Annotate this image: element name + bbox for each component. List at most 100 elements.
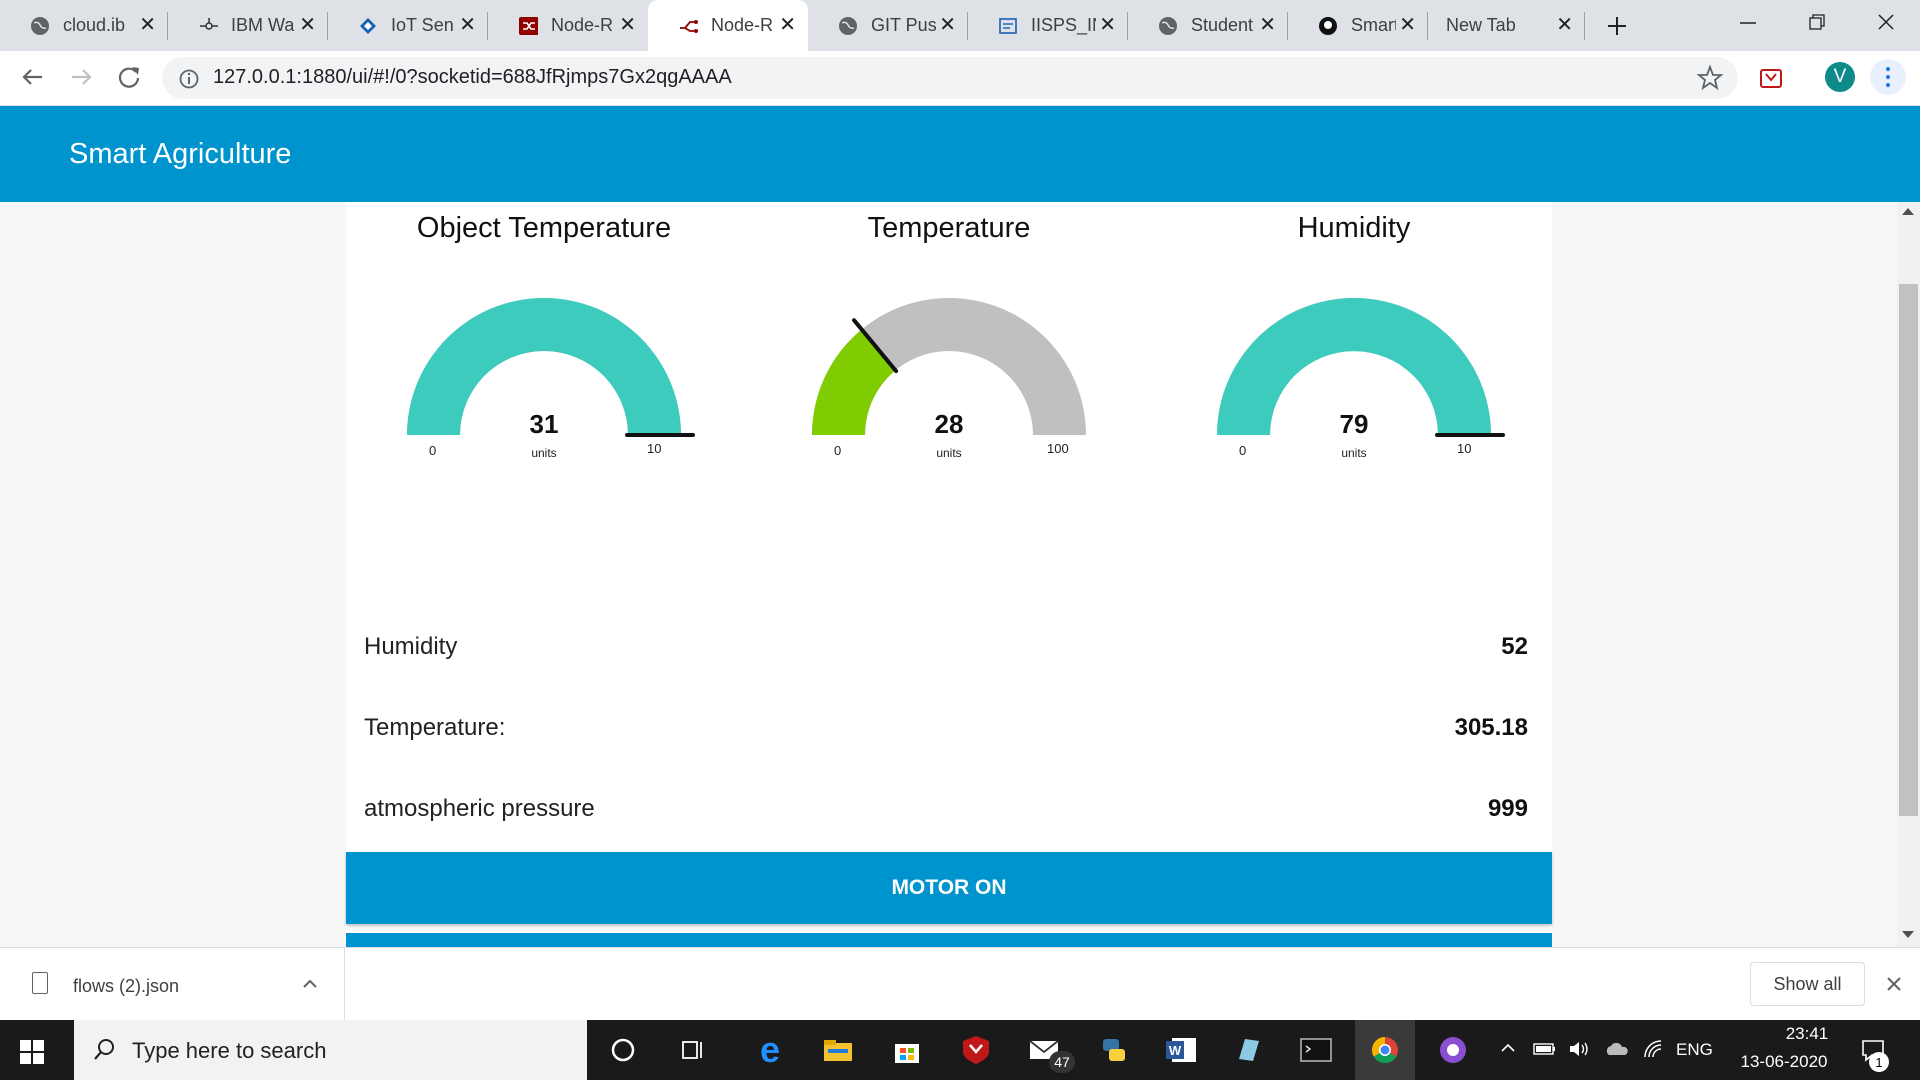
word-icon[interactable]: W — [1161, 1030, 1201, 1070]
gauge-value-temperature: 28 — [934, 409, 964, 439]
close-tab-icon[interactable]: ✕ — [459, 13, 476, 37]
forward-icon[interactable] — [66, 62, 96, 92]
github-desktop-icon[interactable] — [1433, 1030, 1473, 1070]
cortana-icon[interactable] — [603, 1030, 643, 1070]
browser-tab-title: GIT Pus — [871, 15, 936, 35]
browser-tab-title: SmartP — [1351, 15, 1396, 35]
gauge-value-object-temperature: 31 — [529, 409, 559, 439]
bookmark-star-icon[interactable] — [1696, 64, 1724, 92]
extension-icon[interactable] — [1758, 65, 1784, 91]
reload-icon[interactable] — [114, 62, 144, 92]
browser-tab[interactable]: GIT Pus ✕ — [808, 0, 968, 51]
profile-avatar[interactable]: V — [1825, 62, 1855, 92]
app-title: Smart Agriculture — [69, 138, 292, 170]
minimize-button[interactable] — [1728, 8, 1768, 38]
globe-icon — [30, 16, 50, 36]
scroll-up-arrow-icon[interactable] — [1902, 208, 1914, 215]
gauge-unit-object-temperature: units — [531, 446, 557, 460]
wifi-icon[interactable] — [1642, 1040, 1666, 1060]
close-downloads-icon[interactable] — [1883, 973, 1905, 995]
python-icon[interactable] — [1094, 1030, 1134, 1070]
browser-tab[interactable]: New Tab ✕ — [1428, 0, 1585, 51]
close-tab-icon[interactable]: ✕ — [139, 13, 156, 37]
notification-count-badge: 1 — [1869, 1052, 1889, 1072]
svg-text:W: W — [1169, 1043, 1182, 1058]
close-tab-icon[interactable]: ✕ — [1556, 13, 1573, 37]
next-button-partial[interactable] — [346, 933, 1552, 947]
windows-start-icon[interactable] — [20, 1040, 44, 1064]
motor-on-button[interactable]: MOTOR ON — [346, 852, 1552, 924]
browser-tab-title: IoT Sen — [391, 15, 454, 35]
task-view-icon[interactable] — [673, 1030, 713, 1070]
browser-tab[interactable]: cloud.ib ✕ — [0, 0, 168, 51]
tray-chevron-up-icon[interactable] — [1500, 1040, 1516, 1056]
terminal-icon[interactable] — [1296, 1030, 1336, 1070]
nodered-icon — [678, 16, 698, 36]
edge-icon[interactable]: e — [750, 1029, 790, 1070]
notepad-icon[interactable] — [1228, 1030, 1268, 1070]
close-tab-icon[interactable]: ✕ — [779, 13, 796, 37]
battery-icon[interactable] — [1533, 1042, 1557, 1056]
browser-tab[interactable]: IoT Sen ✕ — [328, 0, 488, 51]
file-explorer-icon[interactable] — [818, 1030, 858, 1070]
close-tab-icon[interactable]: ✕ — [1099, 13, 1116, 37]
gauge-max-humidity: 10 — [1457, 441, 1472, 456]
browser-tab-title: New Tab — [1446, 15, 1516, 35]
restore-button[interactable] — [1796, 8, 1836, 38]
back-icon[interactable] — [18, 62, 48, 92]
gauge-title-humidity: Humidity — [1297, 212, 1411, 244]
browser-tab[interactable]: Node-R ✕ — [488, 0, 648, 51]
close-tab-icon[interactable]: ✕ — [939, 13, 956, 37]
browser-tab-title: IBM Wa — [231, 15, 295, 35]
language-indicator[interactable]: ENG — [1676, 1040, 1713, 1060]
store-icon[interactable] — [887, 1030, 927, 1070]
new-tab-plus-icon[interactable] — [1603, 12, 1631, 40]
reading-value-pressure: 999 — [1487, 795, 1528, 822]
iot-icon — [358, 16, 378, 36]
chrome-icon[interactable] — [1365, 1030, 1405, 1070]
close-tab-icon[interactable]: ✕ — [1259, 13, 1276, 37]
browser-tab[interactable]: SmartP✕ — [1288, 0, 1428, 51]
nodered-icon — [518, 16, 538, 36]
download-filename: flows (2).json — [73, 976, 180, 996]
browser-tab-title: cloud.ib — [63, 15, 126, 35]
browser-tab[interactable]: Student ✕ — [1128, 0, 1288, 51]
clock-time[interactable]: 23:41 — [1762, 1024, 1852, 1044]
browser-tab[interactable]: IBM Wa ✕ — [168, 0, 328, 51]
reading-label-temperature: Temperature: — [364, 714, 506, 741]
close-window-button[interactable] — [1866, 8, 1906, 38]
reading-value-humidity: 52 — [1501, 633, 1528, 660]
mcafee-icon[interactable] — [956, 1030, 996, 1070]
taskbar-search-placeholder: Type here to search — [132, 1038, 327, 1063]
browser-tab[interactable]: IISPS_IN✕ — [968, 0, 1128, 51]
onedrive-icon[interactable] — [1604, 1041, 1630, 1057]
gauge-title-temperature: Temperature — [867, 212, 1031, 244]
scroll-down-arrow-icon[interactable] — [1902, 931, 1914, 938]
show-all-button[interactable]: Show all — [1750, 962, 1865, 1006]
close-tab-icon[interactable]: ✕ — [619, 13, 636, 37]
watson-icon — [198, 16, 218, 36]
site-info-icon[interactable] — [178, 68, 200, 90]
browser-tab-title: Student — [1191, 15, 1254, 35]
close-tab-icon[interactable]: ✕ — [1399, 13, 1416, 37]
gauge-unit-temperature: units — [936, 446, 962, 460]
clock-date[interactable]: 13-06-2020 — [1734, 1052, 1834, 1072]
github-icon — [1318, 16, 1338, 36]
reading-label-humidity: Humidity — [364, 633, 458, 660]
gauge-max-object-temperature: 10 — [647, 441, 662, 456]
gauge-min-object-temperature: 0 — [429, 443, 437, 458]
chevron-up-icon[interactable] — [300, 976, 320, 990]
gauge-value-humidity: 79 — [1339, 409, 1369, 439]
browser-tab[interactable]: Node-R ✕ — [648, 0, 808, 51]
browser-tab-title: Node-R — [711, 15, 774, 35]
scrollbar-thumb[interactable] — [1899, 284, 1918, 816]
tab-separator — [1584, 12, 1585, 40]
file-icon — [32, 972, 48, 994]
gauge-title-object-temperature: Object Temperature — [416, 212, 672, 244]
close-tab-icon[interactable]: ✕ — [299, 13, 316, 37]
volume-icon[interactable] — [1568, 1040, 1592, 1058]
globe-icon — [1158, 16, 1178, 36]
document-icon — [998, 16, 1018, 36]
gauge-min-humidity: 0 — [1239, 443, 1247, 458]
browser-menu-icon[interactable] — [1870, 59, 1906, 95]
